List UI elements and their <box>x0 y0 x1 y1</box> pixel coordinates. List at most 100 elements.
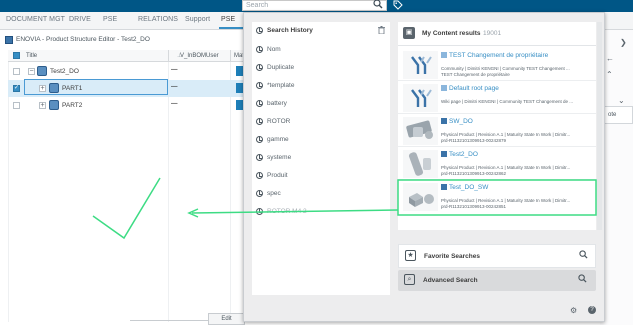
editor-title-bar: ENOVIA - Product Structure Editor - Test… <box>0 34 245 47</box>
row-checkbox[interactable] <box>13 102 20 109</box>
advanced-search-label: Advanced Search <box>423 277 478 284</box>
help-icon[interactable]: ? <box>588 306 596 314</box>
result-meta: Wiki page | Dimitri KENGNI | Community T… <box>441 99 573 104</box>
result-title[interactable]: SW_DO <box>441 118 473 125</box>
results-count: 19001 <box>483 30 502 37</box>
search-history-title: Search History <box>267 27 313 34</box>
history-item[interactable]: spec <box>252 186 390 200</box>
chevron-icon[interactable]: ❯ <box>620 38 627 47</box>
panel-divider <box>130 320 208 321</box>
result-item[interactable]: Default root page Wiki page | Dimitri KE… <box>398 82 596 114</box>
trash-icon[interactable] <box>378 26 385 36</box>
results-scrollbar[interactable] <box>597 22 602 230</box>
expand-icon[interactable]: + <box>39 102 46 109</box>
result-id: prd-R1132101309913-00242862 <box>441 171 506 176</box>
arrow-left-icon[interactable]: ← <box>606 54 614 63</box>
tab-support[interactable]: Support <box>185 16 210 23</box>
chevron-up-icon[interactable]: ⌃ <box>606 70 613 79</box>
edit-tab[interactable]: Edit <box>208 313 245 325</box>
column-divider[interactable] <box>230 50 231 62</box>
result-id: TEST Changement de propriétaire <box>441 72 510 77</box>
annotation-arrow-head <box>187 208 199 218</box>
history-item[interactable]: ROTOR M4 2 <box>252 204 390 218</box>
part-thumbnail <box>403 150 438 178</box>
content-results-panel: ▣ My Content results 19001 TEST Changeme… <box>398 22 596 230</box>
clock-icon <box>256 46 263 53</box>
wiki-icon <box>441 85 447 91</box>
search-icon <box>578 274 587 285</box>
row-owner: — <box>171 83 178 90</box>
favorite-searches-button[interactable]: ★ Favorite Searches <box>398 244 596 268</box>
clock-icon <box>256 27 263 34</box>
result-item[interactable]: SW_DO Physical Product | Revision A.1 | … <box>398 115 596 147</box>
result-item[interactable]: Test_DO_SW Physical Product | Revision A… <box>398 181 596 213</box>
physical-product-icon <box>441 151 447 157</box>
tag-icon[interactable] <box>393 0 403 10</box>
star-icon: ★ <box>405 250 416 261</box>
row-owner: — <box>171 66 178 73</box>
result-item[interactable]: TEST Changement de propriétaire Communit… <box>398 49 596 81</box>
tab-relations[interactable]: RELATIONS <box>138 16 178 23</box>
row-owner: — <box>171 100 178 107</box>
physical-product-icon <box>441 118 447 124</box>
grid-header: Title ⊥ V_InBOMUser Mat <box>8 50 245 62</box>
editor-title: ENOVIA - Product Structure Editor - Test… <box>16 36 150 43</box>
clock-icon <box>256 100 263 107</box>
tab-document-mgt[interactable]: DOCUMENT MGT <box>6 16 65 23</box>
result-id: prd-R1132101309913-00242851 <box>441 204 506 209</box>
community-icon <box>441 52 447 58</box>
tab-pse-active[interactable]: PSE <box>221 16 235 23</box>
gear-icon[interactable]: ⚙ <box>570 306 577 315</box>
result-meta: Physical Product | Revision A.1 | Maturi… <box>441 198 571 203</box>
history-item[interactable]: Duplicate <box>252 60 390 74</box>
clock-icon <box>256 118 263 125</box>
table-row[interactable]: + PART2 — <box>8 97 245 114</box>
active-tab-indicator <box>219 27 243 29</box>
clock-icon <box>256 208 263 215</box>
enovia-app-icon <box>5 36 13 44</box>
tab-pse[interactable]: PSE <box>103 16 117 23</box>
column-title[interactable]: Title <box>26 53 37 59</box>
row-checkbox[interactable] <box>13 68 20 75</box>
search-icon[interactable] <box>373 0 386 11</box>
favorite-searches-label: Favorite Searches <box>424 253 481 260</box>
right-field[interactable]: ote <box>604 106 633 124</box>
history-item[interactable]: systeme <box>252 150 390 164</box>
collapse-icon[interactable]: − <box>28 68 35 75</box>
tab-drive[interactable]: DRIVE <box>69 16 91 23</box>
advanced-search-button[interactable]: ⌕ Advanced Search <box>398 270 596 291</box>
part-thumbnail <box>403 117 438 145</box>
clock-icon <box>256 190 263 197</box>
clock-icon <box>256 136 263 143</box>
result-item[interactable]: Test2_DO Physical Product | Revision A.1… <box>398 148 596 180</box>
part-thumbnail <box>403 183 438 211</box>
result-title[interactable]: Default root page <box>441 85 499 92</box>
chevron-down-icon[interactable]: ⌄ <box>618 96 625 105</box>
row-checkbox-checked[interactable]: ✓ <box>13 85 20 92</box>
physical-product-icon <box>441 184 447 190</box>
select-all-checkbox[interactable] <box>13 52 20 59</box>
result-title[interactable]: TEST Changement de propriétaire <box>441 52 548 59</box>
history-item[interactable]: Produit <box>252 168 390 182</box>
product-icon <box>37 66 47 76</box>
selected-cell-frame <box>24 79 168 95</box>
history-item[interactable]: *template <box>252 78 390 92</box>
clock-icon <box>256 172 263 179</box>
column-owner[interactable]: V_InBOMUser <box>180 53 219 59</box>
result-title[interactable]: Test_DO_SW <box>441 184 488 191</box>
result-title[interactable]: Test2_DO <box>441 151 478 158</box>
history-item[interactable]: ROTOR <box>252 114 390 128</box>
clock-icon <box>256 154 263 161</box>
row-title[interactable]: PART2 <box>62 102 82 109</box>
y-logo-thumbnail <box>403 51 438 79</box>
history-item[interactable]: battery <box>252 96 390 110</box>
column-divider[interactable] <box>168 50 169 62</box>
row-title[interactable]: Test2_DO <box>50 68 79 75</box>
history-item[interactable]: Nom <box>252 42 390 56</box>
y-logo-thumbnail <box>403 84 438 112</box>
history-item[interactable]: gamme <box>252 132 390 146</box>
result-meta: Community | Dimitri KENGNI | Community T… <box>441 66 570 71</box>
table-row[interactable]: − Test2_DO — <box>8 63 245 80</box>
search-input[interactable]: Search <box>242 0 387 11</box>
clock-icon <box>256 82 263 89</box>
